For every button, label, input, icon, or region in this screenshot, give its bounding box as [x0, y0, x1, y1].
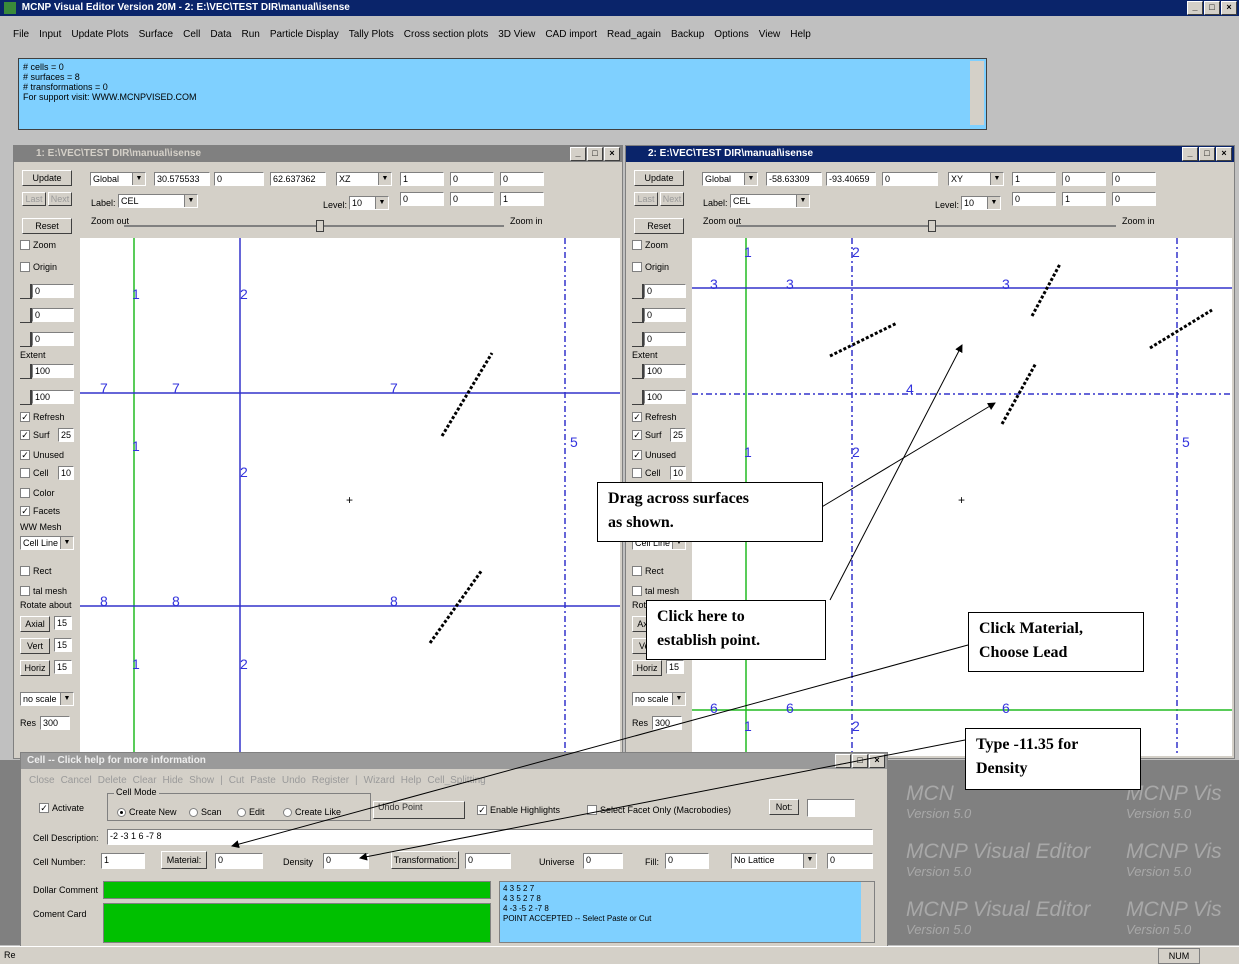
- arrow-material: [231, 644, 969, 849]
- callout-drag: Drag across surfaces as shown.: [597, 482, 823, 542]
- callout-density: Type -11.35 for Density: [965, 728, 1141, 790]
- arrow-drag: [819, 402, 996, 509]
- callout-click: Click here to establish point.: [646, 600, 826, 660]
- arrow-density: [359, 739, 966, 861]
- callout-material: Click Material, Choose Lead: [968, 612, 1144, 672]
- arrow-click: [829, 344, 963, 601]
